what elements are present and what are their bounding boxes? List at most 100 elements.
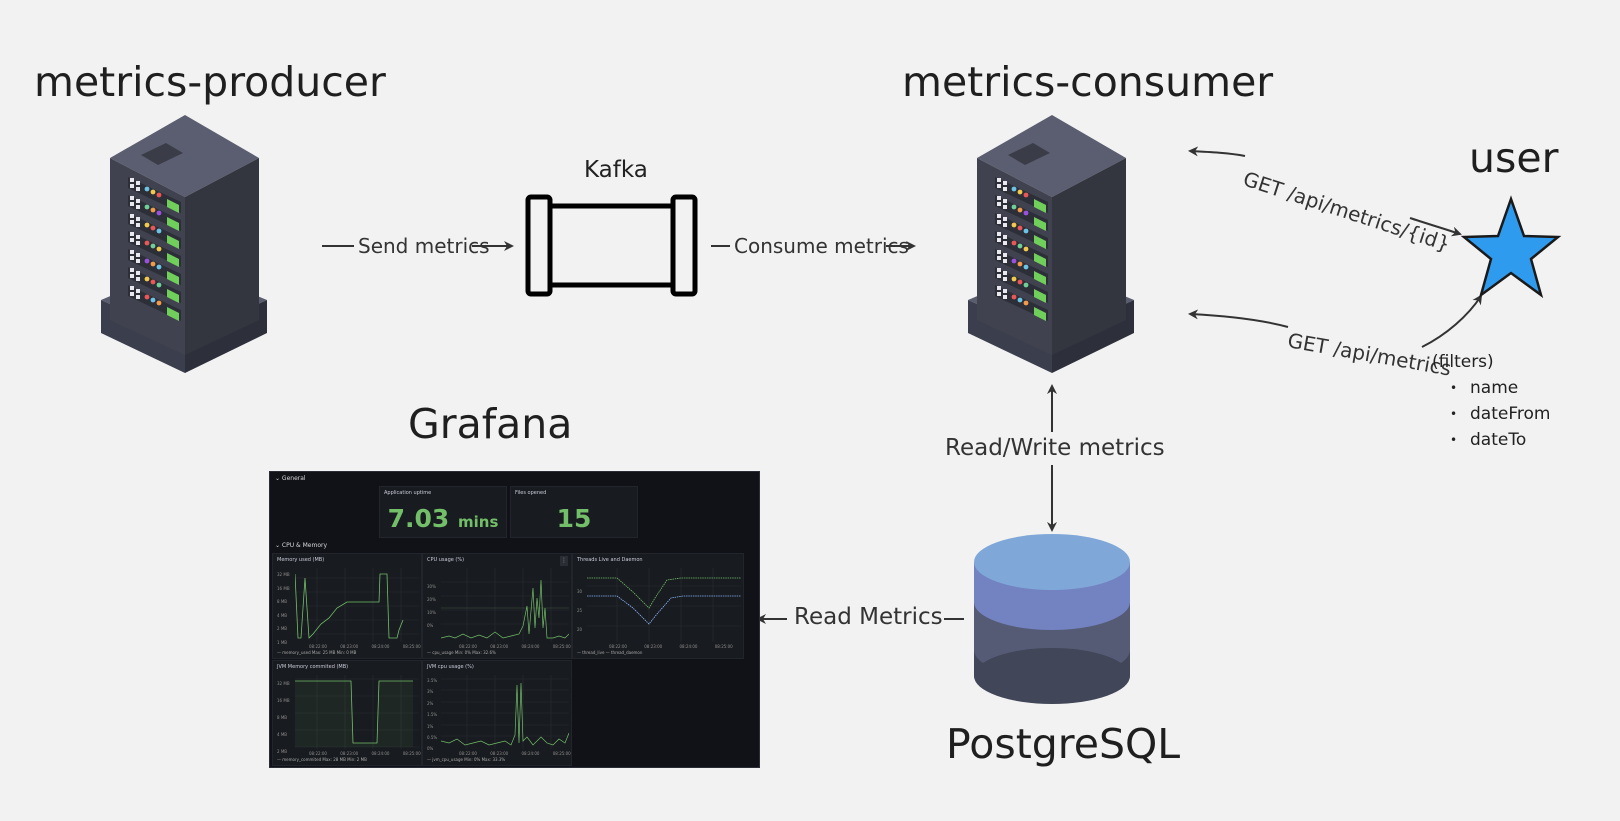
y-tick: 8 MB — [277, 715, 288, 720]
filters-block: (filters) name dateFrom dateTo — [1432, 349, 1550, 453]
panel-legend: — memory_used Max: 25 MB Min: 0 MB — [277, 650, 357, 655]
y-tick: 25 — [577, 608, 583, 613]
y-tick: 3% — [427, 689, 434, 695]
get-list-arrow-right — [1421, 294, 1483, 348]
x-tick: 08:25:00 — [552, 644, 571, 649]
panel-y-axis: 30% 20% 10% 0% — [427, 580, 436, 632]
x-tick: 08:23:00 — [340, 644, 359, 649]
get-by-id-arrow-left — [1188, 146, 1246, 157]
y-tick: 4 MB — [277, 732, 288, 737]
panel-menu-icon[interactable]: ⋮ — [560, 556, 568, 566]
x-tick: 08:22:00 — [459, 751, 477, 756]
producer-server-icon — [101, 115, 267, 373]
y-tick: 20 — [577, 627, 583, 632]
panel-title: JVM cpu usage (%) — [427, 664, 474, 670]
panel-title: JVM Memory commited (MB) — [277, 664, 349, 670]
uptime-caption: Application uptime — [384, 490, 432, 496]
x-tick: 08:22:00 — [459, 644, 477, 649]
uptime-stat-panel: Application uptime 7.03 mins — [379, 486, 507, 538]
y-tick: 1 MB — [277, 639, 288, 645]
filter-item: dateFrom — [1450, 401, 1551, 427]
panel-x-axis: 08:22:00 08:23:00 08:24:00 08:25:00 — [309, 751, 421, 756]
x-tick: 08:23:00 — [490, 644, 509, 649]
kafka-title: Kafka — [584, 157, 648, 183]
x-tick: 08:22:00 — [609, 644, 627, 649]
panel-y-axis: 32 MB 16 MB 8 MB 4 MB 2 MB — [277, 675, 290, 760]
diagram-canvas — [101, 115, 1562, 704]
y-tick: 1.5% — [427, 712, 438, 718]
y-tick: 0% — [427, 623, 434, 628]
y-tick: 8 MB — [277, 599, 288, 605]
dashboard-row-cpu-memory: ⌄ CPU & Memory — [275, 542, 328, 549]
memory-used-plot — [295, 568, 419, 642]
read-metrics-label: Read Metrics — [794, 604, 943, 630]
y-tick: 2% — [427, 700, 434, 706]
y-tick: 16 MB — [277, 698, 290, 703]
jvm-memory-panel: JVM Memory commited (MB) 32 MB 16 MB 8 M… — [272, 660, 422, 766]
jvm-memory-plot — [295, 675, 419, 749]
x-tick: 08:24:00 — [371, 751, 390, 756]
uptime-unit: mins — [458, 513, 499, 531]
send-metrics-label: Send metrics — [358, 234, 490, 258]
y-tick: 32 MB — [277, 681, 290, 686]
dashboard-row-general: ⌄ General — [275, 475, 306, 482]
consume-metrics-label: Consume metrics — [734, 234, 909, 258]
y-tick: 32 MB — [277, 572, 290, 577]
filter-item: name — [1450, 375, 1550, 401]
grafana-dashboard: ⌄ General Application uptime 7.03 mins F… — [269, 471, 760, 768]
y-tick: 30 — [577, 589, 583, 594]
x-tick: 08:24:00 — [371, 644, 390, 649]
panel-legend: — cpu_usage Min: 0% Max: 32.6% — [427, 650, 496, 655]
jvm-cpu-plot — [441, 675, 569, 749]
x-tick: 08:22:00 — [309, 644, 327, 649]
x-tick: 08:25:00 — [402, 751, 421, 756]
consumer-title: metrics-consumer — [902, 58, 1274, 106]
user-title: user — [1469, 134, 1559, 182]
panel-y-axis: 3.5% 3% 2% 1.5% 1% 0.5% 0% — [427, 675, 437, 755]
consumer-server-icon — [968, 115, 1134, 373]
panel-x-axis: 08:22:00 08:23:00 08:24:00 08:25:00 — [459, 751, 571, 756]
x-tick: 08:24:00 — [521, 644, 540, 649]
panel-x-axis: 08:22:00 08:23:00 08:24:00 08:25:00 — [459, 644, 571, 649]
files-stat-panel: Files opened 15 — [510, 486, 638, 538]
panel-y-axis: 30 25 20 — [577, 582, 582, 639]
filters-list: name dateFrom dateTo — [1432, 375, 1551, 453]
postgres-database-icon — [974, 534, 1130, 704]
cpu-usage-panel: CPU usage (%) 30% 20% 10% 0% 08:22:00 08… — [422, 553, 572, 659]
x-tick: 08:25:00 — [714, 644, 733, 649]
files-caption: Files opened — [515, 490, 547, 496]
uptime-value: 7.03 — [387, 504, 450, 533]
panel-legend: — thread_live — thread_daemon — [577, 650, 643, 655]
filters-caption: (filters) — [1432, 352, 1494, 372]
x-tick: 08:23:00 — [644, 644, 663, 649]
x-tick: 08:24:00 — [521, 751, 540, 756]
kafka-pipe-icon — [525, 194, 698, 297]
uptime-stat: 7.03 mins — [380, 504, 506, 533]
cpu-usage-plot — [441, 568, 569, 642]
panel-title: Threads Live and Daemon — [577, 557, 643, 563]
y-tick: 20% — [427, 597, 436, 602]
memory-used-panel: Memory used (MB) 32 MB 16 MB 8 MB 4 MB 2… — [272, 553, 422, 659]
threads-panel: Threads Live and Daemon 30 25 20 08:22:0… — [572, 553, 744, 659]
y-tick: 3.5% — [427, 678, 438, 683]
filter-item: dateTo — [1450, 427, 1550, 453]
get-list-arrow-left — [1188, 309, 1289, 328]
y-tick: 16 MB — [277, 585, 290, 591]
y-tick: 4 MB — [277, 612, 288, 618]
panel-x-axis: 08:22:00 08:23:00 08:24:00 08:25:00 — [309, 644, 421, 649]
x-tick: 08:23:00 — [340, 751, 359, 756]
x-tick: 08:22:00 — [309, 751, 327, 756]
y-tick: 30% — [427, 584, 436, 589]
x-tick: 08:23:00 — [490, 751, 509, 756]
files-value: 15 — [556, 504, 592, 533]
x-tick: 08:25:00 — [402, 644, 421, 649]
panel-title: Memory used (MB) — [277, 557, 325, 563]
y-tick: 2 MB — [277, 626, 288, 632]
x-tick: 08:24:00 — [679, 644, 698, 649]
x-tick: 08:25:00 — [552, 751, 571, 756]
y-tick: 0.5% — [427, 735, 438, 741]
producer-title: metrics-producer — [34, 58, 386, 106]
panel-title: CPU usage (%) — [427, 557, 465, 563]
panel-legend: — memory_commited Max: 28 MB Min: 2 MB — [277, 757, 367, 762]
y-tick: 1% — [427, 723, 434, 729]
